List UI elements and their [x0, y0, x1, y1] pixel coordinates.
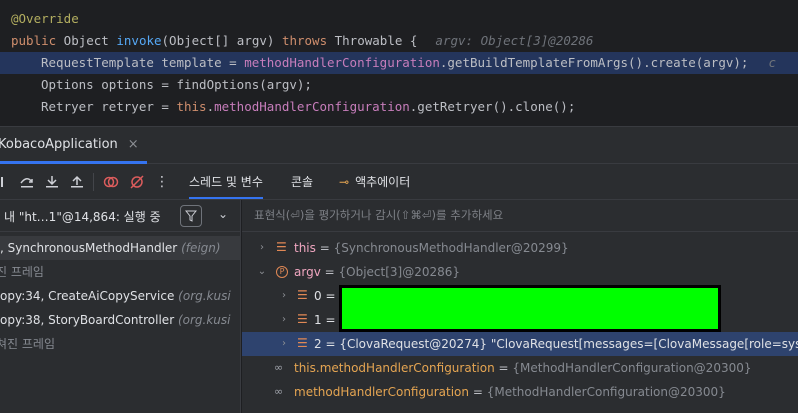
tab-console[interactable]: 콘솔: [291, 164, 313, 200]
tab-actuator[interactable]: ⊸ 액추에이터: [339, 164, 410, 200]
variable-name: methodHandlerConfiguration: [294, 385, 469, 399]
redacted-value: [339, 285, 721, 332]
code-fragment: .getBuildTemplateFromArgs().create(argv)…: [439, 55, 749, 70]
more-options-icon[interactable]: ⋮: [153, 173, 171, 191]
variable-name: 1: [314, 313, 322, 327]
watch-icon: ∞: [274, 385, 284, 398]
field-list-icon: ☰: [297, 312, 308, 326]
actuator-icon: ⊸: [339, 175, 350, 189]
return-type: Object: [56, 33, 117, 48]
code-line-4: Options options = findOptions(argv);: [0, 74, 798, 96]
watch-icon: ∞: [274, 361, 284, 374]
variable-row-selected[interactable]: › ☰ 2 = {ClovaRequest@20274} "ClovaReque…: [242, 332, 798, 356]
chevron-down-icon[interactable]: ⌄: [256, 260, 268, 284]
frame-name: 쳐진 프레임: [0, 337, 56, 351]
chevron-right-icon[interactable]: ›: [278, 332, 290, 356]
code-editor[interactable]: @Override public Object invoke(Object[] …: [0, 0, 798, 126]
variables-panel: 표현식(⏎)을 평가하거나 감시(⇧⌘⏎)를 추가하세요 › ☰ this = …: [242, 200, 798, 413]
code-fragment: .getRetryer().clone();: [409, 99, 576, 114]
variable-name: this.methodHandlerConfiguration: [294, 361, 495, 375]
keyword-this: this: [176, 99, 207, 114]
variable-name: argv: [294, 265, 321, 279]
code-fragment: Options options = findOptions(argv);: [41, 77, 312, 92]
thread-label: 내 "ht…1"@14,864: 실행 중: [4, 210, 161, 224]
tab-label: 콘솔: [291, 175, 314, 189]
code-line-5: Retryer retryer = this.methodHandlerConf…: [0, 96, 798, 118]
toolbar-divider: [93, 173, 94, 191]
step-partial-icon[interactable]: [0, 173, 12, 191]
variable-value: {ClovaRequest@20274} "ClovaRequest[messa…: [339, 337, 798, 351]
thread-selector[interactable]: 내 "ht…1"@14,864: 실행 중 ⌄: [0, 200, 241, 232]
frame-name: , SynchronousMethodHandler: [0, 241, 178, 255]
field-reference: methodHandlerConfiguration: [214, 99, 410, 114]
step-over-icon[interactable]: [18, 173, 36, 191]
frame-item-hidden[interactable]: 진 프레임: [0, 260, 241, 284]
frame-name: opy:38, StoryBoardController: [0, 313, 175, 327]
code-fragment: RequestTemplate template =: [41, 55, 245, 70]
field-list-icon: ☰: [297, 288, 308, 302]
step-out-icon[interactable]: [68, 173, 86, 191]
tab-label: KobacoApplication: [0, 136, 118, 152]
code-fragment: .: [206, 99, 215, 114]
variable-value: {MethodHandlerConfiguration@20300}: [512, 361, 752, 375]
tab-threads-variables[interactable]: 스레드 및 변수: [189, 164, 263, 199]
field-list-icon: ☰: [276, 240, 287, 254]
chevron-right-icon[interactable]: ›: [278, 284, 290, 308]
frame-item-hidden[interactable]: 쳐진 프레임: [0, 332, 241, 356]
code-line-3-current: RequestTemplate template = methodHandler…: [0, 52, 798, 74]
view-breakpoints-icon[interactable]: [102, 173, 120, 191]
inline-debug-hint: argv: Object[3]@20286: [435, 33, 594, 48]
frame-item[interactable]: opy:34, CreateAiCopyService (org.kusi: [0, 284, 241, 308]
variable-value: {MethodHandlerConfiguration@20300}: [486, 385, 726, 399]
close-icon[interactable]: ×: [128, 137, 139, 152]
chevron-right-icon[interactable]: ›: [256, 236, 268, 260]
field-list-icon: ☰: [297, 336, 308, 350]
inline-debug-hint: c: [768, 55, 776, 70]
variable-row[interactable]: › ☰ this = {SynchronousMethodHandler@202…: [242, 236, 798, 260]
step-into-icon[interactable]: [43, 173, 61, 191]
variable-name: 0: [314, 289, 322, 303]
debug-tab-bar: KobacoApplication ×: [0, 126, 798, 164]
keyword-public: public: [11, 33, 57, 48]
evaluate-expression-input[interactable]: 표현식(⏎)을 평가하거나 감시(⇧⌘⏎)를 추가하세요: [242, 200, 798, 232]
tab-label: 액추에이터: [355, 175, 411, 189]
code-line-2: public Object invoke(Object[] argv) thro…: [0, 30, 798, 52]
variable-row[interactable]: ⌄ P argv = {Object[3]@20286}: [242, 260, 798, 284]
frame-package: (org.kusi: [177, 313, 231, 327]
variable-value: {SynchronousMethodHandler@20299}: [333, 241, 569, 255]
frames-panel: 내 "ht…1"@14,864: 실행 중 ⌄ , SynchronousMet…: [0, 200, 241, 413]
parameter-icon: P: [276, 266, 288, 278]
annotation-text: @Override: [11, 11, 79, 26]
keyword-throws: throws: [281, 33, 328, 48]
evaluate-placeholder: 표현식(⏎)을 평가하거나 감시(⇧⌘⏎)를 추가하세요: [254, 208, 504, 222]
variable-row[interactable]: ∞ methodHandlerConfiguration = {MethodHa…: [242, 380, 798, 404]
frame-package: (org.kusi: [178, 289, 231, 303]
frame-item[interactable]: opy:38, StoryBoardController (org.kusi: [0, 308, 241, 332]
code-line-1: @Override: [0, 8, 798, 30]
tab-label: 스레드 및 변수: [189, 175, 263, 189]
mute-breakpoints-icon[interactable]: [128, 173, 146, 191]
tab-kobaco-application[interactable]: KobacoApplication ×: [0, 127, 147, 164]
chevron-right-icon[interactable]: ›: [278, 308, 290, 332]
variable-row[interactable]: ∞ this.methodHandlerConfiguration = {Met…: [242, 356, 798, 380]
throws-type: Throwable {: [327, 33, 418, 48]
frame-name: opy:34, CreateAiCopyService: [0, 289, 175, 303]
frame-name: 진 프레임: [0, 265, 44, 279]
variable-name: 2: [314, 337, 322, 351]
debug-toolbar: ⋮ 스레드 및 변수 콘솔 ⊸ 액추에이터: [0, 164, 798, 200]
frame-item[interactable]: , SynchronousMethodHandler (feign): [0, 236, 241, 260]
method-name: invoke: [116, 33, 162, 48]
frame-package: (feign): [181, 241, 221, 255]
filter-icon[interactable]: [180, 205, 202, 227]
field-reference: methodHandlerConfiguration: [244, 55, 440, 70]
variable-value: {Object[3]@20286}: [338, 265, 461, 279]
chevron-down-icon[interactable]: ⌄: [218, 207, 228, 221]
code-fragment: Retryer retryer =: [41, 99, 177, 114]
variable-name: this: [294, 241, 316, 255]
method-params: (Object[] argv): [161, 33, 282, 48]
